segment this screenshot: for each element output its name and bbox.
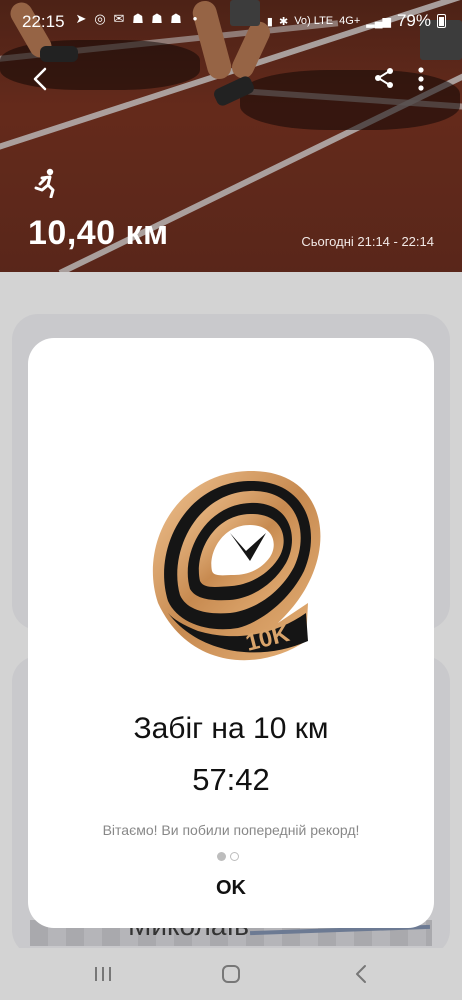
running-icon <box>34 168 55 198</box>
ghost-icon: ☗ <box>170 11 182 26</box>
telegram-icon: ➤ <box>75 11 87 26</box>
10k-badge-icon: 10K <box>152 470 321 661</box>
time-range: Сьогодні 21:14 - 22:14 <box>301 234 434 249</box>
notification-icons: ➤ ◎ ✉ ☗ ☗ ☗ • <box>74 12 202 26</box>
navigation-bar <box>0 948 462 1000</box>
dot-icon: • <box>192 11 198 26</box>
achievement-title: Забіг на 10 км <box>133 712 329 745</box>
battery-percent: 79% <box>396 11 431 30</box>
page-dot-1[interactable] <box>217 852 226 861</box>
nav-back-button[interactable] <box>354 964 368 984</box>
system-icons: ▮ ✱ Vo) LTE 4G+ ▂▄▆ 79% <box>267 11 446 31</box>
more-options-button[interactable] <box>410 66 432 92</box>
ghost-icon: ☗ <box>132 11 144 26</box>
back-button[interactable] <box>28 66 54 92</box>
recent-apps-button[interactable] <box>94 966 112 982</box>
instagram-icon: ◎ <box>94 11 106 26</box>
achievement-time: 57:42 <box>192 762 270 797</box>
ghost-icon: ☗ <box>151 11 163 26</box>
messenger-icon: ✉ <box>113 11 125 26</box>
page-dot-2[interactable] <box>230 852 239 861</box>
status-bar: 22:15 ➤ ◎ ✉ ☗ ☗ ☗ • ▮ ✱ Vo) LTE 4G+ ▂▄▆ … <box>0 0 462 44</box>
achievement-message: Вітаємо! Ви побили попередній рекорд! <box>102 822 360 838</box>
share-button[interactable] <box>372 66 396 90</box>
battery-saver-icon: ▮ <box>266 15 273 28</box>
network-label: Vo) LTE <box>294 15 334 27</box>
status-time: 22:15 <box>22 12 65 31</box>
home-button[interactable] <box>222 965 240 983</box>
distance-value: 10,40 км <box>28 214 169 252</box>
signal-icon: ▂▄▆ <box>366 15 391 28</box>
ok-button[interactable]: OK <box>181 868 281 908</box>
bluetooth-icon: ✱ <box>278 15 289 28</box>
page-indicator <box>217 852 239 861</box>
achievement-dialog: 10K Забіг на 10 км 57:42 Вітаємо! Ви поб… <box>28 338 434 928</box>
network-type: 4G+ <box>339 15 361 27</box>
battery-icon <box>437 14 446 28</box>
